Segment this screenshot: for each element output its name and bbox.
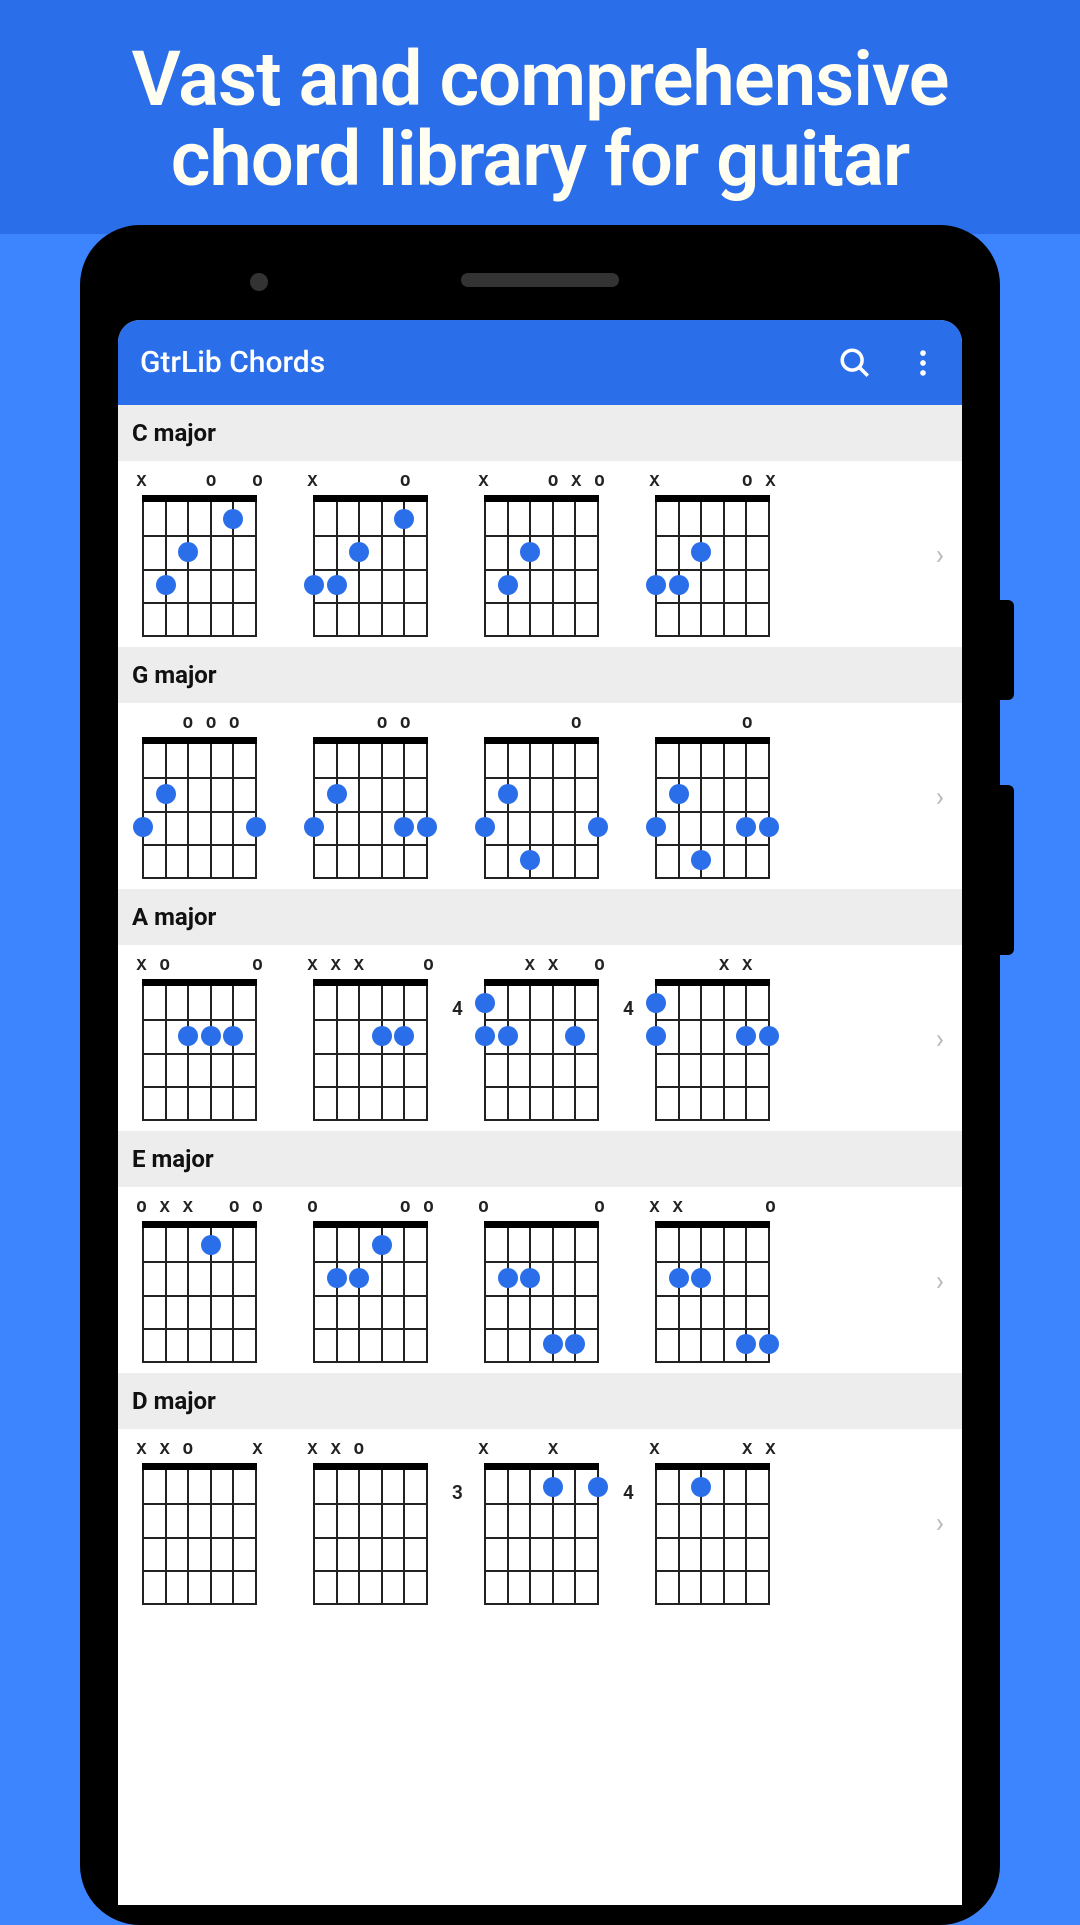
chord-diagram[interactable]: XXOX	[132, 1441, 267, 1603]
chord-diagram[interactable]: XXO	[303, 1441, 438, 1603]
chord-diagram[interactable]: OXXOO	[132, 1199, 267, 1361]
more-icon[interactable]	[906, 346, 940, 380]
string-markers: XOO	[132, 473, 267, 495]
fret-number: 4	[623, 997, 634, 1020]
chord-diagram[interactable]: XXXO	[303, 957, 438, 1119]
chevron-right-icon[interactable]: ›	[926, 1506, 954, 1539]
phone-side-button	[1000, 600, 1014, 700]
chord-diagram[interactable]: OOO	[303, 1199, 438, 1361]
chord-diagram[interactable]: XOO	[132, 473, 267, 635]
string-markers: XOXO	[474, 473, 609, 495]
chevron-right-icon[interactable]: ›	[926, 538, 954, 571]
chord-diagrams: XOOXXXOXXO4XX4	[132, 957, 918, 1119]
chord-diagram[interactable]: XXO	[645, 1199, 780, 1361]
chord-row[interactable]: XOOXXXOXXO4XX4›	[118, 945, 962, 1131]
chord-diagram[interactable]: OO	[303, 715, 438, 877]
string-markers: O	[645, 715, 780, 737]
chord-row[interactable]: XXOXXXOXX3XXX4›	[118, 1429, 962, 1615]
fret-number: 3	[452, 1481, 463, 1504]
phone-side-button	[1000, 785, 1014, 955]
string-markers: XX	[645, 957, 780, 979]
string-markers: OOO	[303, 1199, 438, 1221]
chord-diagram[interactable]: XO	[303, 473, 438, 635]
string-markers: XOO	[132, 957, 267, 979]
string-markers: XXO	[474, 957, 609, 979]
string-markers: OOO	[132, 715, 267, 737]
section-header: D major	[118, 1373, 962, 1429]
string-markers: XXOX	[132, 1441, 267, 1463]
chord-diagram[interactable]: O	[474, 715, 609, 877]
section-header: E major	[118, 1131, 962, 1187]
chord-diagram[interactable]: XXX4	[645, 1441, 780, 1603]
phone-speaker	[461, 273, 619, 287]
string-markers: XXX	[645, 1441, 780, 1463]
chord-diagram[interactable]: OOO	[132, 715, 267, 877]
chord-diagram[interactable]: OO	[474, 1199, 609, 1361]
section-header: A major	[118, 889, 962, 945]
section-header: C major	[118, 405, 962, 461]
chord-diagrams: OXXOOOOOOOXXO	[132, 1199, 918, 1361]
string-markers: XOX	[645, 473, 780, 495]
phone-frame: GtrLib Chords C majorXOOXOXOXOXOX›G majo…	[80, 225, 1000, 1925]
string-markers: OXXOO	[132, 1199, 267, 1221]
chord-list: C majorXOOXOXOXOXOX›G majorOOOOOOO›A maj…	[118, 405, 962, 1905]
chord-diagrams: XXOXXXOXX3XXX4	[132, 1441, 918, 1603]
string-markers: OO	[303, 715, 438, 737]
string-markers: XXO	[303, 1441, 438, 1463]
chevron-right-icon[interactable]: ›	[926, 780, 954, 813]
phone-camera	[250, 273, 268, 291]
chevron-right-icon[interactable]: ›	[926, 1264, 954, 1297]
chord-diagram[interactable]: XX3	[474, 1441, 609, 1603]
string-markers: XXO	[645, 1199, 780, 1221]
chord-row[interactable]: OOOOOOO›	[118, 703, 962, 889]
app-bar: GtrLib Chords	[118, 320, 962, 405]
chevron-right-icon[interactable]: ›	[926, 1022, 954, 1055]
string-markers: XX	[474, 1441, 609, 1463]
promo-banner: Vast and comprehensive chord library for…	[0, 0, 1080, 234]
search-icon[interactable]	[838, 346, 872, 380]
chord-row[interactable]: OXXOOOOOOOXXO›	[118, 1187, 962, 1373]
chord-diagram[interactable]: XOXO	[474, 473, 609, 635]
chord-diagram[interactable]: O	[645, 715, 780, 877]
fret-number: 4	[623, 1481, 634, 1504]
chord-diagram[interactable]: XX4	[645, 957, 780, 1119]
string-markers: XO	[303, 473, 438, 495]
chord-row[interactable]: XOOXOXOXOXOX›	[118, 461, 962, 647]
chord-diagram[interactable]: XOX	[645, 473, 780, 635]
chord-diagrams: OOOOOOO	[132, 715, 918, 877]
string-markers: O	[474, 715, 609, 737]
string-markers: XXXO	[303, 957, 438, 979]
chord-diagram[interactable]: XOO	[132, 957, 267, 1119]
fret-number: 4	[452, 997, 463, 1020]
chord-diagrams: XOOXOXOXOXOX	[132, 473, 918, 635]
chord-diagram[interactable]: XXO4	[474, 957, 609, 1119]
string-markers: OO	[474, 1199, 609, 1221]
section-header: G major	[118, 647, 962, 703]
app-title: GtrLib Chords	[140, 345, 804, 380]
phone-screen: GtrLib Chords C majorXOOXOXOXOXOX›G majo…	[118, 320, 962, 1905]
